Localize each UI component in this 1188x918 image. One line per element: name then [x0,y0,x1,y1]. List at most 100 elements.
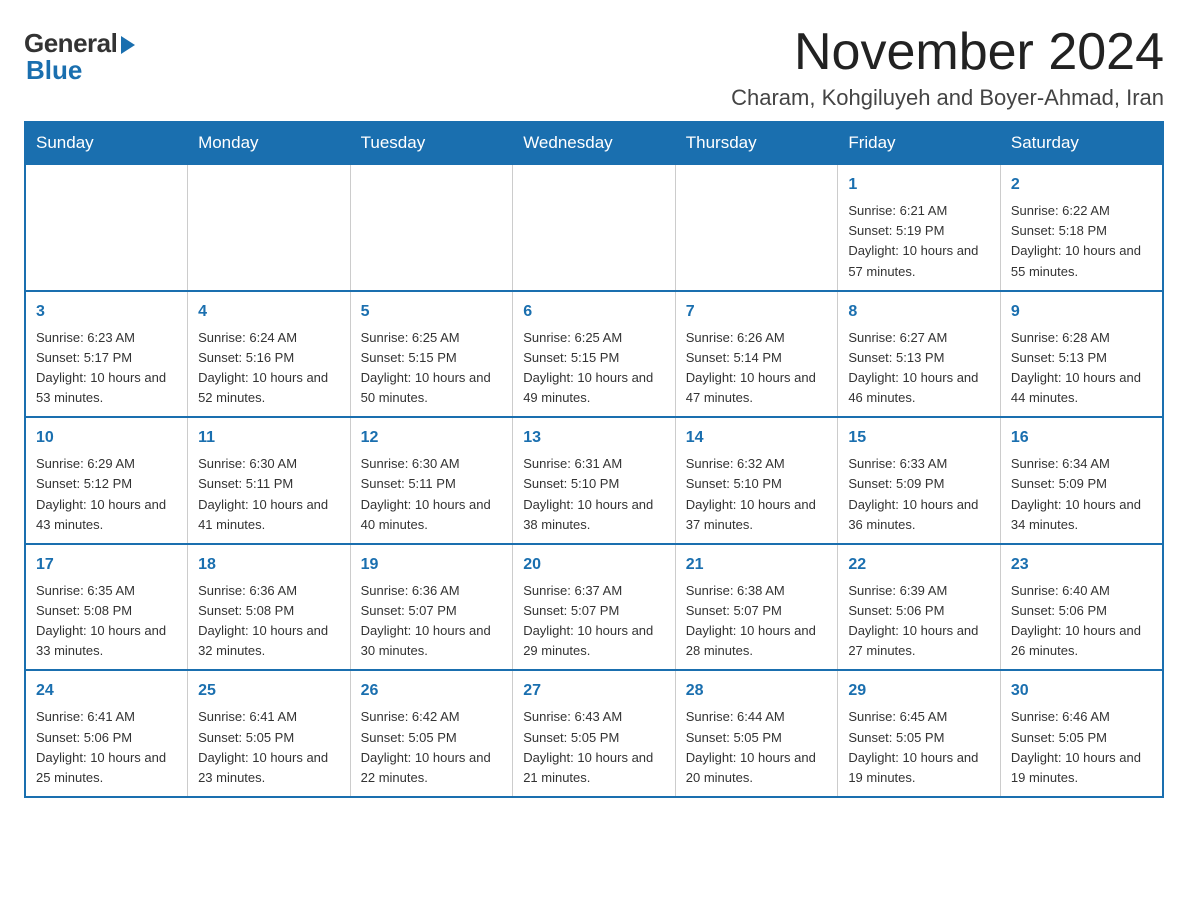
day-info: Sunrise: 6:41 AMSunset: 5:06 PMDaylight:… [36,707,177,788]
day-number: 10 [36,426,177,450]
day-info: Sunrise: 6:42 AMSunset: 5:05 PMDaylight:… [361,707,503,788]
calendar-cell: 19 Sunrise: 6:36 AMSunset: 5:07 PMDayligh… [350,544,513,671]
day-info: Sunrise: 6:25 AMSunset: 5:15 PMDaylight:… [361,328,503,409]
day-info: Sunrise: 6:46 AMSunset: 5:05 PMDaylight:… [1011,707,1152,788]
day-number: 3 [36,300,177,324]
calendar-cell: 11 Sunrise: 6:30 AMSunset: 5:11 PMDayligh… [188,417,351,544]
day-of-week-header: Monday [188,122,351,164]
day-number: 21 [686,553,828,577]
day-of-week-header: Sunday [25,122,188,164]
day-number: 29 [848,679,990,703]
day-number: 14 [686,426,828,450]
calendar-cell: 24 Sunrise: 6:41 AMSunset: 5:06 PMDayligh… [25,670,188,797]
day-number: 25 [198,679,340,703]
day-number: 5 [361,300,503,324]
day-info: Sunrise: 6:34 AMSunset: 5:09 PMDaylight:… [1011,454,1152,535]
logo: General Blue [24,28,135,86]
calendar-cell: 6 Sunrise: 6:25 AMSunset: 5:15 PMDaylight… [513,291,676,418]
day-info: Sunrise: 6:37 AMSunset: 5:07 PMDaylight:… [523,581,665,662]
day-number: 24 [36,679,177,703]
day-number: 1 [848,173,990,197]
day-of-week-header: Thursday [675,122,838,164]
page-title: November 2024 [731,24,1164,81]
day-number: 19 [361,553,503,577]
day-number: 28 [686,679,828,703]
calendar-cell: 28 Sunrise: 6:44 AMSunset: 5:05 PMDayligh… [675,670,838,797]
day-info: Sunrise: 6:31 AMSunset: 5:10 PMDaylight:… [523,454,665,535]
week-row: 3 Sunrise: 6:23 AMSunset: 5:17 PMDaylight… [25,291,1163,418]
day-number: 16 [1011,426,1152,450]
day-number: 18 [198,553,340,577]
calendar-cell: 23 Sunrise: 6:40 AMSunset: 5:06 PMDayligh… [1000,544,1163,671]
calendar-cell: 25Sunrise: 6:41 AMSunset: 5:05 PMDayligh… [188,670,351,797]
day-of-week-header: Saturday [1000,122,1163,164]
calendar-cell: 10 Sunrise: 6:29 AMSunset: 5:12 PMDayligh… [25,417,188,544]
day-info: Sunrise: 6:38 AMSunset: 5:07 PMDaylight:… [686,581,828,662]
day-number: 11 [198,426,340,450]
calendar-cell [188,164,351,291]
logo-arrow-icon [121,36,135,54]
day-info: Sunrise: 6:23 AMSunset: 5:17 PMDaylight:… [36,328,177,409]
day-number: 6 [523,300,665,324]
calendar-cell: 26 Sunrise: 6:42 AMSunset: 5:05 PMDayligh… [350,670,513,797]
day-number: 9 [1011,300,1152,324]
week-row: 24 Sunrise: 6:41 AMSunset: 5:06 PMDayligh… [25,670,1163,797]
calendar-cell [25,164,188,291]
day-info: Sunrise: 6:44 AMSunset: 5:05 PMDaylight:… [686,707,828,788]
day-info: Sunrise: 6:26 AMSunset: 5:14 PMDaylight:… [686,328,828,409]
week-row: 17Sunrise: 6:35 AMSunset: 5:08 PMDayligh… [25,544,1163,671]
day-info: Sunrise: 6:39 AMSunset: 5:06 PMDaylight:… [848,581,990,662]
day-number: 4 [198,300,340,324]
day-info: Sunrise: 6:43 AMSunset: 5:05 PMDaylight:… [523,707,665,788]
calendar-cell: 9 Sunrise: 6:28 AMSunset: 5:13 PMDaylight… [1000,291,1163,418]
calendar-cell: 7Sunrise: 6:26 AMSunset: 5:14 PMDaylight… [675,291,838,418]
calendar-cell: 13Sunrise: 6:31 AMSunset: 5:10 PMDayligh… [513,417,676,544]
subtitle: Charam, Kohgiluyeh and Boyer-Ahmad, Iran [731,85,1164,111]
calendar-cell: 12 Sunrise: 6:30 AMSunset: 5:11 PMDayligh… [350,417,513,544]
calendar-cell [513,164,676,291]
week-row: 1 Sunrise: 6:21 AMSunset: 5:19 PMDaylight… [25,164,1163,291]
calendar-cell: 20 Sunrise: 6:37 AMSunset: 5:07 PMDayligh… [513,544,676,671]
calendar-cell: 14 Sunrise: 6:32 AMSunset: 5:10 PMDayligh… [675,417,838,544]
calendar-cell [350,164,513,291]
calendar-header-row: SundayMondayTuesdayWednesdayThursdayFrid… [25,122,1163,164]
day-info: Sunrise: 6:35 AMSunset: 5:08 PMDaylight:… [36,581,177,662]
calendar-cell: 15 Sunrise: 6:33 AMSunset: 5:09 PMDayligh… [838,417,1001,544]
calendar-cell: 1 Sunrise: 6:21 AMSunset: 5:19 PMDaylight… [838,164,1001,291]
day-info: Sunrise: 6:40 AMSunset: 5:06 PMDaylight:… [1011,581,1152,662]
day-info: Sunrise: 6:36 AMSunset: 5:07 PMDaylight:… [361,581,503,662]
week-row: 10 Sunrise: 6:29 AMSunset: 5:12 PMDayligh… [25,417,1163,544]
calendar-cell: 27 Sunrise: 6:43 AMSunset: 5:05 PMDayligh… [513,670,676,797]
day-number: 12 [361,426,503,450]
calendar-cell: 3 Sunrise: 6:23 AMSunset: 5:17 PMDaylight… [25,291,188,418]
day-info: Sunrise: 6:29 AMSunset: 5:12 PMDaylight:… [36,454,177,535]
header: General Blue November 2024 Charam, Kohgi… [24,24,1164,111]
calendar-cell: 21 Sunrise: 6:38 AMSunset: 5:07 PMDayligh… [675,544,838,671]
day-of-week-header: Wednesday [513,122,676,164]
day-info: Sunrise: 6:30 AMSunset: 5:11 PMDaylight:… [198,454,340,535]
day-info: Sunrise: 6:24 AMSunset: 5:16 PMDaylight:… [198,328,340,409]
day-info: Sunrise: 6:30 AMSunset: 5:11 PMDaylight:… [361,454,503,535]
day-number: 15 [848,426,990,450]
calendar: SundayMondayTuesdayWednesdayThursdayFrid… [24,121,1164,798]
day-number: 26 [361,679,503,703]
day-info: Sunrise: 6:33 AMSunset: 5:09 PMDaylight:… [848,454,990,535]
day-info: Sunrise: 6:25 AMSunset: 5:15 PMDaylight:… [523,328,665,409]
day-number: 23 [1011,553,1152,577]
day-info: Sunrise: 6:22 AMSunset: 5:18 PMDaylight:… [1011,201,1152,282]
calendar-cell: 2 Sunrise: 6:22 AMSunset: 5:18 PMDaylight… [1000,164,1163,291]
day-info: Sunrise: 6:36 AMSunset: 5:08 PMDaylight:… [198,581,340,662]
calendar-cell: 16 Sunrise: 6:34 AMSunset: 5:09 PMDayligh… [1000,417,1163,544]
day-number: 20 [523,553,665,577]
day-info: Sunrise: 6:32 AMSunset: 5:10 PMDaylight:… [686,454,828,535]
day-info: Sunrise: 6:28 AMSunset: 5:13 PMDaylight:… [1011,328,1152,409]
calendar-cell: 17Sunrise: 6:35 AMSunset: 5:08 PMDayligh… [25,544,188,671]
day-number: 2 [1011,173,1152,197]
day-number: 27 [523,679,665,703]
calendar-cell: 5 Sunrise: 6:25 AMSunset: 5:15 PMDaylight… [350,291,513,418]
day-info: Sunrise: 6:21 AMSunset: 5:19 PMDaylight:… [848,201,990,282]
day-number: 22 [848,553,990,577]
day-of-week-header: Tuesday [350,122,513,164]
calendar-cell: 8Sunrise: 6:27 AMSunset: 5:13 PMDaylight… [838,291,1001,418]
day-info: Sunrise: 6:27 AMSunset: 5:13 PMDaylight:… [848,328,990,409]
